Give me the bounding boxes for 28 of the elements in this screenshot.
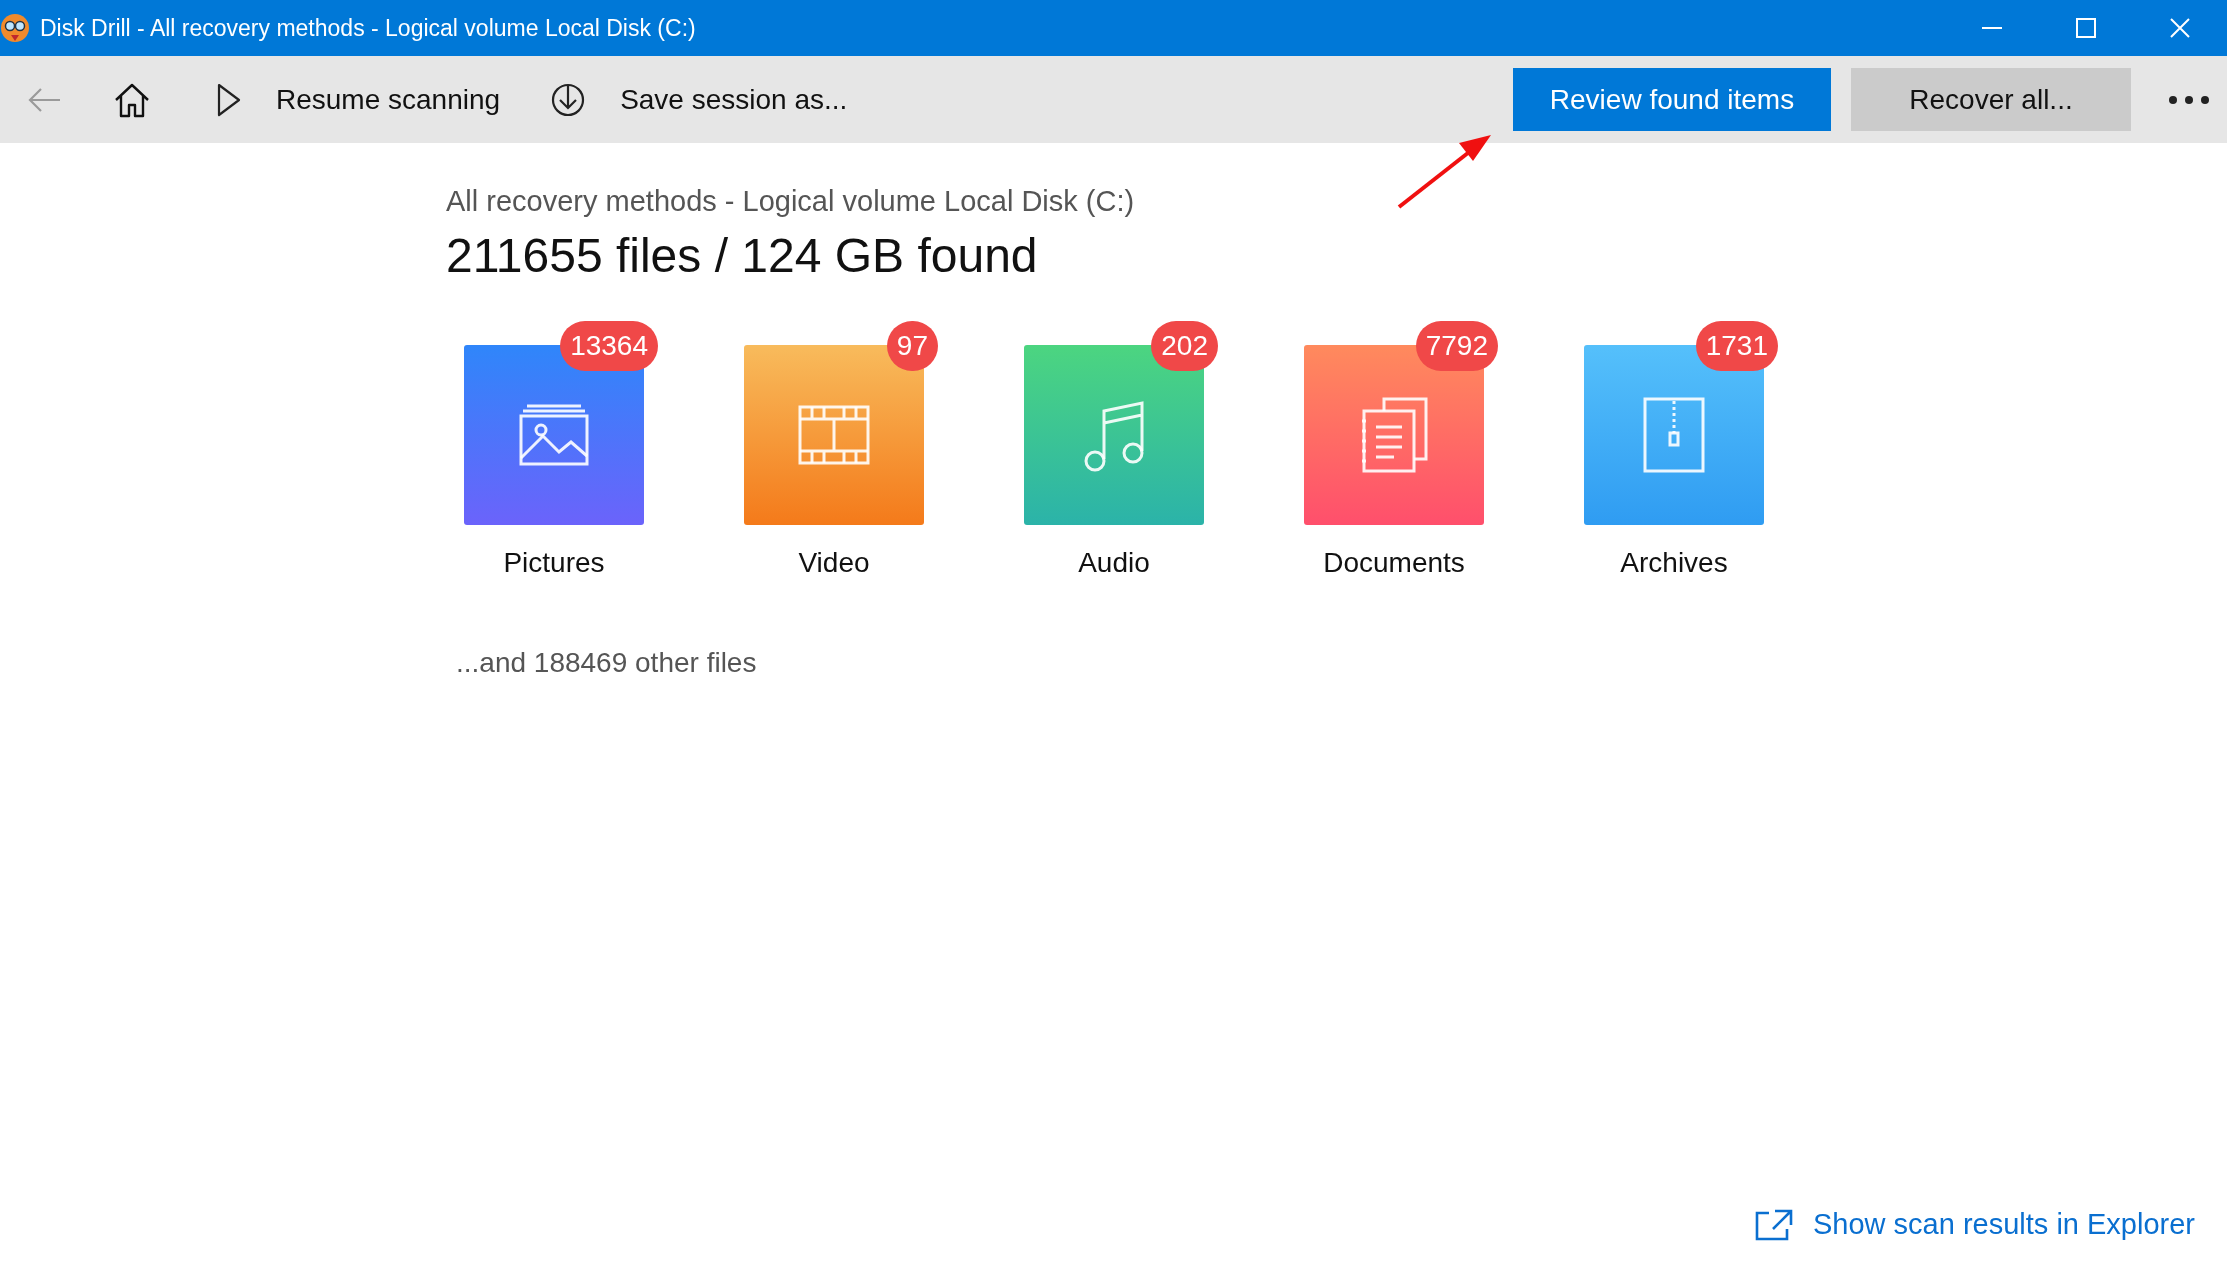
count-badge: 202 [1151,321,1218,371]
other-files-text: ...and 188469 other files [456,647,758,679]
picture-icon [519,404,589,466]
scan-subtitle: All recovery methods - Logical volume Local Disk (C:) [446,185,1136,218]
category-label: Pictures [503,547,605,579]
category-label: Archives [1620,547,1728,579]
film-strip-icon [798,405,870,465]
category-label: Audio [1078,547,1150,579]
save-session-button[interactable]: Save session as... [550,81,848,118]
close-icon[interactable] [2168,16,2192,40]
recover-all-button[interactable]: Recover all... [1851,68,2131,131]
count-badge: 7792 [1415,321,1498,371]
window-title: Disk Drill - All recovery methods - Logical volume Local Disk (C:) [40,14,697,42]
zipped-file-icon [1643,397,1705,473]
app-logo-icon [0,13,30,43]
play-icon [216,81,242,118]
count-badge: 13364 [560,321,658,371]
show-in-explorer-link[interactable]: Show scan results in Explorer [1755,1208,2195,1241]
external-link-icon [1755,1208,1793,1241]
download-icon [550,81,587,118]
results-heading: 211655 files / 124 GB found [446,228,1039,283]
maximize-icon[interactable] [2074,16,2098,40]
review-found-items-button[interactable]: Review found items [1513,68,1831,131]
resume-scanning-button[interactable]: Resume scanning [216,81,501,118]
count-badge: 97 [886,321,938,371]
count-badge: 1731 [1695,321,1778,371]
category-label: Documents [1323,547,1465,579]
category-label: Video [798,547,870,579]
